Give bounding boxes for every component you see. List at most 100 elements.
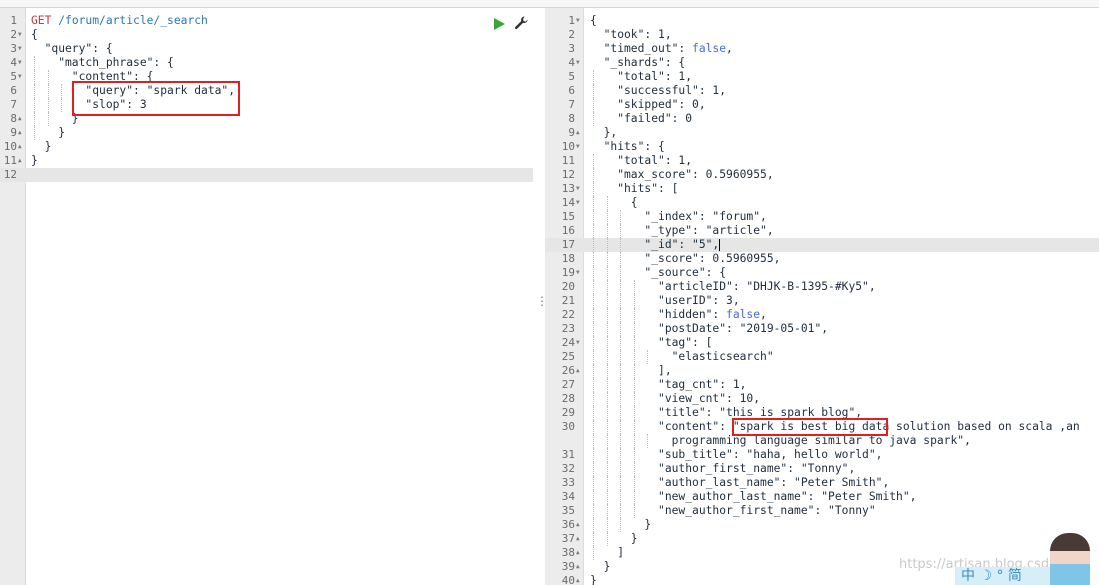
line-number: 8 [10, 112, 17, 125]
response-line: 35 "new_author_first_name": "Tonny" [545, 504, 1099, 518]
fold-end-icon[interactable]: ▲ [576, 532, 580, 546]
response-line: 32 "author_first_name": "Tonny", [545, 462, 1099, 476]
fold-end-icon[interactable]: ▲ [576, 364, 580, 378]
request-line[interactable]: 1 GET /forum/article/_search [0, 14, 533, 28]
response-line: 8 "failed": 0 [545, 112, 1099, 126]
line-number: 27 [561, 378, 575, 391]
request-line[interactable]: 2 ▼ { [0, 28, 533, 42]
code-text: { [590, 14, 597, 27]
code-text: "took": 1, [590, 28, 672, 41]
code-text: { [31, 28, 38, 41]
response-line: 37 ▲ } [545, 532, 1099, 546]
response-line: 22 "hidden": false, [545, 308, 1099, 322]
response-line: 18 "_score": 0.5960955, [545, 252, 1099, 266]
response-line: 11 "total": 1, [545, 154, 1099, 168]
line-number: 25 [561, 350, 575, 363]
code-text: "skipped": 0, [590, 98, 706, 111]
line-number: 28 [561, 392, 575, 405]
code-text: "view_cnt": 10, [590, 392, 761, 405]
fold-toggle-icon[interactable]: ▼ [576, 196, 580, 210]
fold-end-icon[interactable]: ▲ [576, 518, 580, 532]
response-line: 34 "new_author_last_name": "Peter Smith"… [545, 490, 1099, 504]
code-text: "max_score": 0.5960955, [590, 168, 774, 181]
fold-toggle-icon[interactable]: ▼ [18, 28, 22, 42]
line-number: 7 [568, 98, 575, 111]
code-text: "match_phrase": { [31, 56, 174, 69]
code-text: "_source": { [590, 266, 727, 279]
code-text: "postDate": "2019-05-01", [590, 322, 829, 335]
response-line: 6 "successful": 1, [545, 84, 1099, 98]
response-line: 19 ▼ "_source": { [545, 266, 1099, 280]
request-line[interactable]: 10 ▲ } [0, 140, 533, 154]
code-text: GET /forum/article/_search [31, 14, 208, 27]
wrench-icon[interactable] [513, 15, 529, 31]
line-number: 6 [10, 84, 17, 97]
code-text: "_type": "article", [590, 224, 774, 237]
fold-end-icon[interactable]: ▲ [576, 546, 580, 560]
fold-toggle-icon[interactable]: ▼ [576, 140, 580, 154]
line-number: 23 [561, 322, 575, 335]
line-number: 29 [561, 406, 575, 419]
content-match-highlight [732, 418, 888, 436]
request-line[interactable]: 11 ▲} [0, 154, 533, 168]
fold-end-icon[interactable]: ▲ [576, 126, 580, 140]
fold-toggle-icon[interactable]: ▼ [576, 182, 580, 196]
slop-query-highlight [72, 81, 240, 116]
line-number: 2 [10, 28, 17, 41]
line-number: 13 [561, 182, 575, 195]
fold-end-icon[interactable]: ▲ [18, 126, 22, 140]
code-text: "sub_title": "haha, hello world", [590, 448, 883, 461]
response-line: 9 ▲ }, [545, 126, 1099, 140]
line-number: 4 [10, 56, 17, 69]
code-text: "_index": "forum", [590, 210, 767, 223]
fold-end-icon[interactable]: ▲ [18, 112, 22, 126]
code-text: } [590, 518, 652, 531]
fold-toggle-icon[interactable]: ▼ [18, 56, 22, 70]
response-line: 4 ▼ "_shards": { [545, 56, 1099, 70]
code-text: }, [590, 126, 618, 139]
line-number: 33 [561, 476, 575, 489]
fold-toggle-icon[interactable]: ▼ [576, 336, 580, 350]
fold-end-icon[interactable]: ▲ [18, 140, 22, 154]
code-text: ] [590, 546, 625, 559]
request-line[interactable]: 4 ▼ "match_phrase": { [0, 56, 533, 70]
response-line: 25 "elasticsearch" [545, 350, 1099, 364]
response-line: 36 ▲ } [545, 518, 1099, 532]
fold-toggle-icon[interactable]: ▼ [576, 266, 580, 280]
request-line[interactable]: 3 ▼ "query": { [0, 42, 533, 56]
response-line: 13 ▼ "hits": [ [545, 182, 1099, 196]
line-number: 18 [561, 252, 575, 265]
fold-end-icon[interactable]: ▲ [576, 560, 580, 574]
run-request-icon[interactable] [494, 18, 505, 30]
fold-toggle-icon[interactable]: ▼ [576, 14, 580, 28]
response-line: 24 ▼ "tag": [ [545, 336, 1099, 350]
line-number: 30 [561, 420, 575, 433]
response-viewer: 1 ▼{2 "took": 1, 3 "timed_out": false, 4 ▼ "… [545, 8, 1099, 585]
fold-end-icon[interactable]: ▲ [576, 574, 580, 585]
ime-toolbar[interactable]: 中 ☽ ° 简 [955, 567, 1056, 585]
fold-toggle-icon[interactable]: ▼ [18, 70, 22, 84]
fold-toggle-icon[interactable]: ▼ [18, 42, 22, 56]
line-number: 3 [10, 42, 17, 55]
fold-end-icon[interactable]: ▲ [18, 154, 22, 168]
line-number: 22 [561, 308, 575, 321]
code-text: programming language similar to java spa… [590, 434, 971, 447]
response-line: 33 "author_last_name": "Peter Smith", [545, 476, 1099, 490]
fold-toggle-icon[interactable]: ▼ [576, 56, 580, 70]
line-number: 10 [561, 140, 575, 153]
code-text: "timed_out": false, [590, 42, 733, 55]
line-number: 32 [561, 462, 575, 475]
line-number: 36 [561, 518, 575, 531]
line-number: 4 [568, 56, 575, 69]
request-line[interactable]: 9 ▲ } [0, 126, 533, 140]
line-number: 17 [561, 238, 575, 251]
line-number: 5 [10, 70, 17, 83]
line-number: 6 [568, 84, 575, 97]
top-divider [0, 0, 1099, 8]
line-number: 16 [561, 224, 575, 237]
response-line: 1 ▼ { [545, 14, 1099, 28]
line-number: 1 [10, 14, 17, 27]
request-line[interactable]: 12 [0, 168, 533, 182]
line-number: 5 [568, 70, 575, 83]
line-number: 20 [561, 280, 575, 293]
